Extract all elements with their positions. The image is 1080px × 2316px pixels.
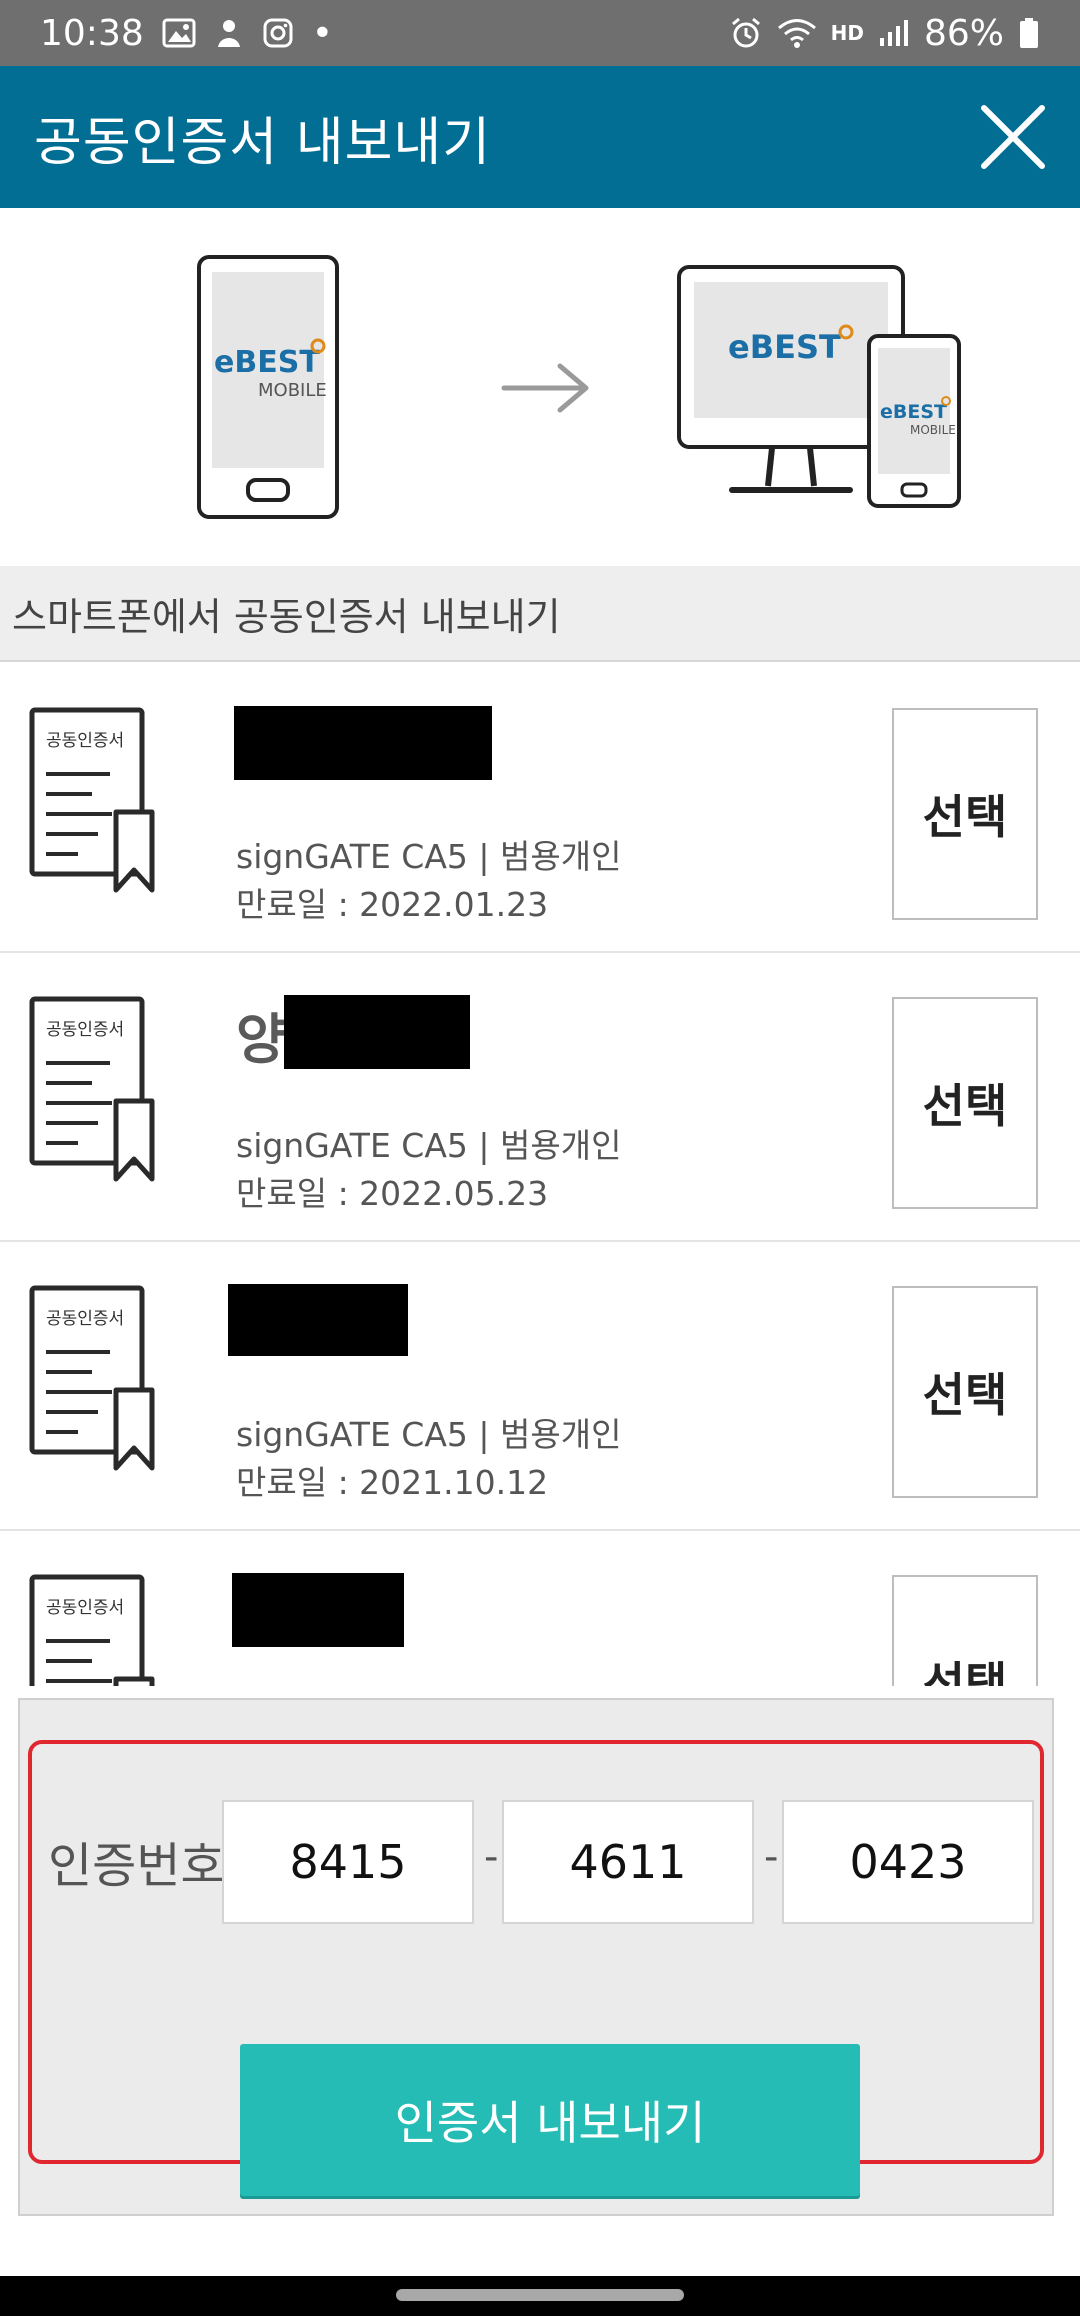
highlight-box: 인증번호 - - 인증서 내보내기 [28,1740,1044,2196]
close-button[interactable] [978,102,1048,172]
auth-code-label: 인증번호 [48,1838,225,1894]
certificate-issuer: signGATE CA5 | 범용개인 [236,837,622,876]
status-time: 10:38 [40,12,144,54]
certificate-icon: 공동인증서 [29,1285,155,1471]
section-title: 스마트폰에서 공동인증서 내보내기 [12,594,561,639]
redacted-name [228,1284,408,1356]
export-certificate-button[interactable]: 인증서 내보내기 [240,2044,860,2196]
auth-code-field-3[interactable] [782,1800,1034,1924]
certificate-issuer: signGATE CA5 | 범용개인 [236,1126,622,1165]
certificate-icon: 공동인증서 [29,1574,155,1686]
app-notification-icon [214,17,244,49]
small-phone-brand-sub: MOBILE [910,423,956,437]
small-phone-brand-logo: eBEST [880,401,947,423]
certificate-expiry: 만료일 : 2021.10.12 [236,1463,549,1502]
auth-code-field-1[interactable] [222,1800,474,1924]
wifi-icon [777,17,817,49]
phone-brand-logo: eBEST [214,345,320,380]
certificate-item[interactable]: 공동인증서 signGATE CA5 | 범용개인 만료일 : 2021.10.… [0,1242,1080,1531]
certificate-item[interactable]: 공동인증서 양 signGATE CA5 | 범용개인 만료일 : 2022.0… [0,953,1080,1242]
smartphone-illustration: eBEST MOBILE [197,255,339,519]
gallery-icon [162,18,196,48]
svg-text:공동인증서: 공동인증서 [46,1309,124,1329]
certificate-item[interactable]: 공동인증서 signGATE CA5 | 범용개인 만료일 : 2022.01.… [0,664,1080,953]
certificate-icon: 공동인증서 [29,996,155,1182]
home-gesture-handle[interactable] [396,2289,684,2301]
screen: 10:38 • HD 86% 공동인증서 내보내기 eBEST MOBILE e… [0,0,1080,2316]
phone-brand-sub: MOBILE [258,380,327,401]
redacted-name [284,995,470,1069]
export-panel: 인증번호 - - 인증서 내보내기 [18,1698,1054,2216]
code-separator: - [484,1834,499,1880]
close-icon [981,105,1045,169]
select-button[interactable]: 선택 [892,997,1038,1209]
signal-icon [878,18,910,48]
certificate-expiry: 만료일 : 2022.05.23 [236,1174,549,1213]
certificate-issuer: signGATE CA5 | 범용개인 [236,1415,622,1454]
page-title: 공동인증서 내보내기 [34,112,492,173]
certificate-icon: 공동인증서 [29,707,155,893]
certificate-expiry: 만료일 : 2022.01.23 [236,885,549,924]
select-button[interactable]: 선택 [892,1286,1038,1498]
redacted-name [232,1573,404,1647]
section-header: 스마트폰에서 공동인증서 내보내기 [0,566,1080,662]
select-button[interactable]: 선택 [892,708,1038,920]
battery-icon [1018,17,1040,49]
monitor-brand-logo: eBEST [728,328,841,366]
pc-and-phone-illustration: eBEST eBEST MOBILE [677,265,961,508]
alarm-icon [729,16,763,50]
more-notifications-dot: • [311,12,333,54]
certificate-list[interactable]: 공동인증서 signGATE CA5 | 범용개인 만료일 : 2022.01.… [0,664,1080,1686]
hd-voice-badge: HD [830,21,864,45]
svg-text:공동인증서: 공동인증서 [46,731,124,751]
export-illustration: eBEST MOBILE eBEST eBEST MOBILE [0,208,1080,566]
code-separator: - [764,1834,779,1880]
instagram-icon [262,17,294,49]
redacted-name [234,706,492,780]
certificate-name: 양 [236,1008,286,1071]
arrow-right-icon [501,363,589,413]
select-button[interactable]: 선택 [892,1575,1038,1686]
battery-percent: 86% [923,12,1004,54]
auth-code-field-2[interactable] [502,1800,754,1924]
status-bar: 10:38 • HD 86% [0,0,1080,66]
header-bar: 공동인증서 내보내기 [0,66,1080,208]
certificate-item[interactable]: 공동인증서 선택 [0,1531,1080,1686]
navigation-bar [0,2276,1080,2316]
svg-text:공동인증서: 공동인증서 [46,1020,124,1040]
svg-text:공동인증서: 공동인증서 [46,1598,124,1618]
